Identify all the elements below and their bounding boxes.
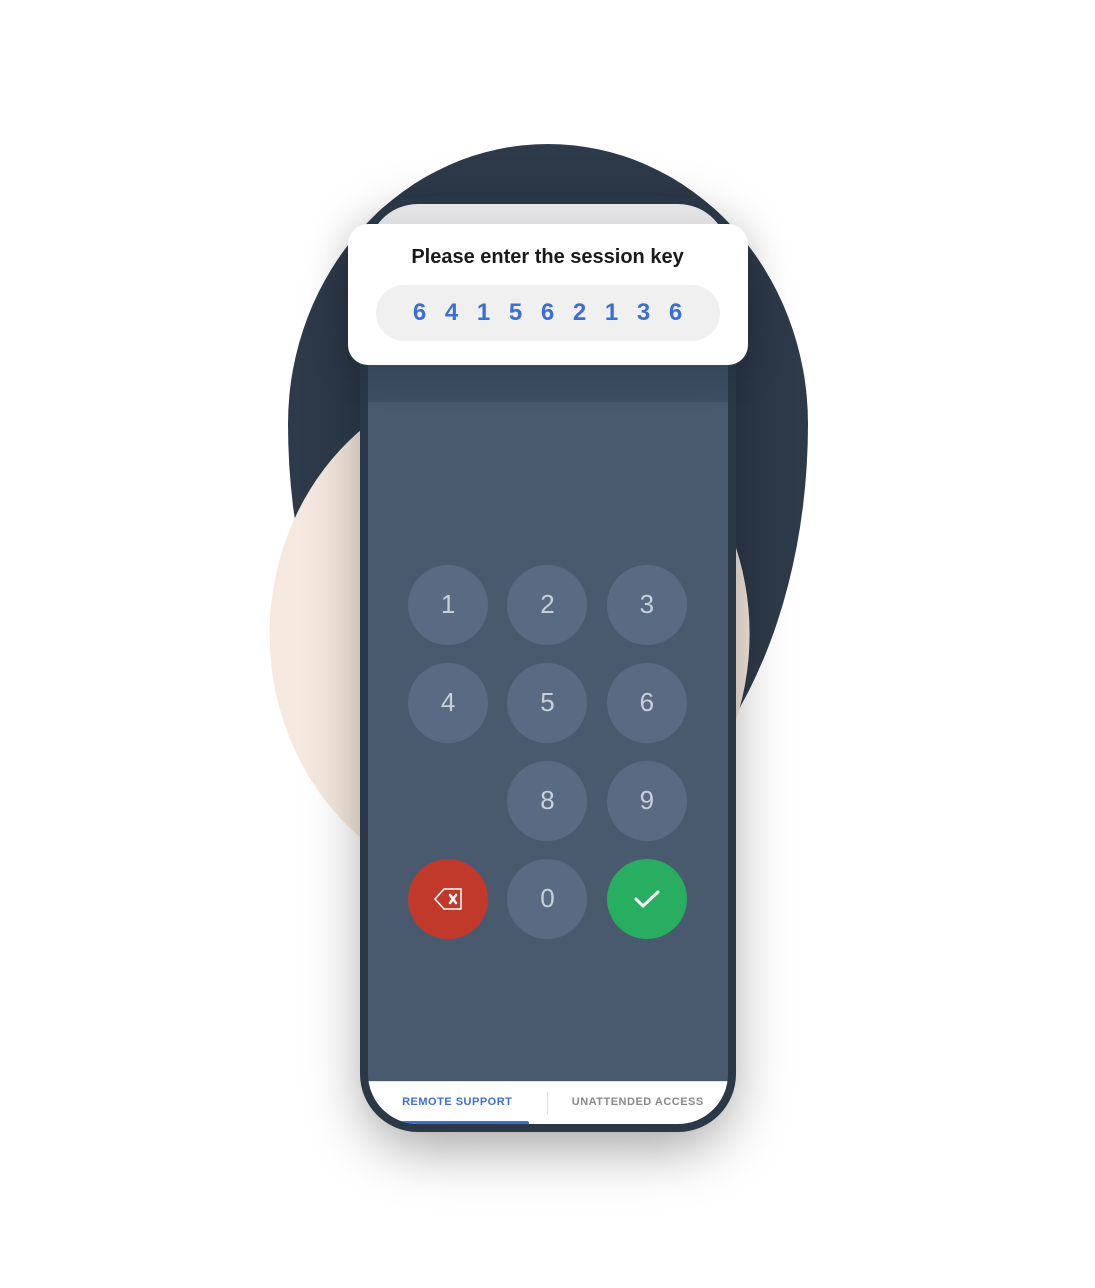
tab-remote-support[interactable]: REMOTE SUPPORT [368,1082,548,1124]
digit-5: 2 [571,299,589,327]
keypad-grid: 1 2 3 4 5 6 8 9 0 [388,422,708,1081]
session-key-display: 6 4 1 5 6 2 1 3 6 [376,285,720,341]
key-4[interactable]: 4 [408,663,488,743]
session-key-card: Please enter the session key 6 4 1 5 6 2… [348,224,748,365]
digit-4: 6 [539,299,557,327]
confirm-button[interactable] [607,859,687,939]
digit-8: 6 [667,299,685,327]
session-key-title: Please enter the session key [376,246,720,269]
digit-6: 1 [603,299,621,327]
digit-3: 5 [507,299,525,327]
digit-0: 6 [411,299,429,327]
backspace-icon [434,888,462,910]
delete-button[interactable] [408,859,488,939]
tab-bar: REMOTE SUPPORT UNATTENDED ACCESS [368,1081,728,1124]
checkmark-icon [633,888,661,910]
tab-unattended-access[interactable]: UNATTENDED ACCESS [548,1082,728,1124]
key-8[interactable]: 8 [507,761,587,841]
key-9[interactable]: 9 [607,761,687,841]
key-3[interactable]: 3 [607,565,687,645]
key-2[interactable]: 2 [507,565,587,645]
key-1[interactable]: 1 [408,565,488,645]
key-6[interactable]: 6 [607,663,687,743]
digit-2: 1 [475,299,493,327]
digit-1: 4 [443,299,461,327]
phone-body: 1 2 3 4 5 6 8 9 0 [368,402,728,1081]
scene: Please enter the session key 6 4 1 5 6 2… [198,94,898,1194]
key-5[interactable]: 5 [507,663,587,743]
key-0[interactable]: 0 [507,859,587,939]
digit-7: 3 [635,299,653,327]
